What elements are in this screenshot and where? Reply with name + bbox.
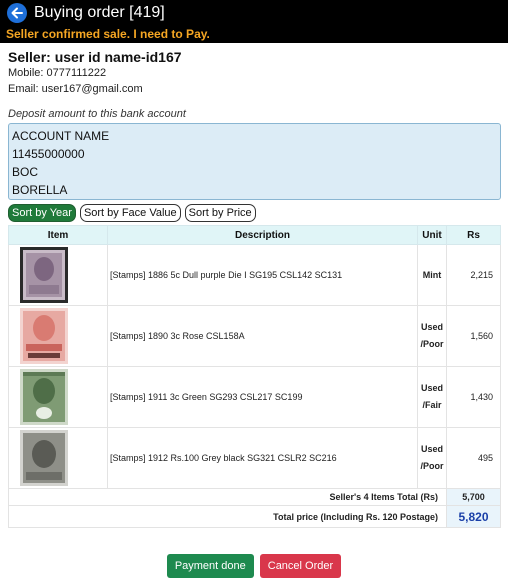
table-row: [Stamps] 1886 5c Dull purple Die I SG195… — [8, 244, 501, 306]
table-header-row: Item Description Unit Rs — [8, 225, 501, 245]
item-unit: Used /Poor — [417, 305, 447, 367]
deposit-label: Deposit amount to this bank account — [8, 108, 186, 120]
subtotal-value: 5,700 — [446, 488, 501, 506]
grand-total-value: 5,820 — [446, 505, 501, 528]
subtotal-row: Seller's 4 Items Total (Rs) 5,700 — [8, 488, 501, 506]
item-description: [Stamps] 1911 3c Green SG293 CSL217 SC19… — [107, 366, 418, 428]
bank-account-number: 11455000000 — [12, 147, 85, 161]
item-image-cell[interactable] — [8, 305, 108, 367]
item-unit: Mint — [417, 244, 447, 306]
unit-column-header: Unit — [417, 225, 447, 245]
item-unit: Used /Poor — [417, 427, 447, 489]
seller-mobile: Mobile: 0777111222 — [8, 67, 107, 79]
item-image-cell[interactable] — [8, 427, 108, 489]
seller-name: Seller: user id name-id167 — [8, 49, 182, 65]
status-bar: Seller confirmed sale. I need to Pay. — [0, 26, 508, 43]
bank-account-name: ACCOUNT NAME — [12, 129, 110, 143]
payment-done-button[interactable]: Payment done — [166, 554, 254, 578]
page-title: Buying order [419] — [34, 4, 165, 21]
item-price: 1,430 — [446, 366, 501, 428]
stamp-purple-icon[interactable] — [20, 247, 68, 303]
grand-total-row: Total price (Including Rs. 120 Postage) … — [8, 505, 501, 528]
order-status-text: Seller confirmed sale. I need to Pay. — [6, 27, 210, 41]
table-row: [Stamps] 1911 3c Green SG293 CSL217 SC19… — [8, 366, 501, 428]
stamp-green-icon[interactable] — [20, 369, 68, 425]
seller-email: Email: user167@gmail.com — [8, 83, 143, 95]
sort-by-price-button[interactable]: Sort by Price — [184, 204, 256, 222]
item-image-cell[interactable] — [8, 244, 108, 306]
item-description: [Stamps] 1912 Rs.100 Grey black SG321 CS… — [107, 427, 418, 489]
stamp-rose-icon[interactable] — [20, 308, 68, 364]
item-column-header: Item — [8, 225, 108, 245]
bank-branch: BORELLA — [12, 183, 68, 197]
items-table: Item Description Unit Rs [Stamps] 1886 5… — [8, 225, 501, 528]
stamp-grey-icon[interactable] — [20, 430, 68, 486]
cancel-order-button[interactable]: Cancel Order — [259, 554, 342, 578]
rs-column-header: Rs — [446, 225, 501, 245]
item-price: 1,560 — [446, 305, 501, 367]
table-row: [Stamps] 1912 Rs.100 Grey black SG321 CS… — [8, 427, 501, 489]
item-price: 2,215 — [446, 244, 501, 306]
item-price: 495 — [446, 427, 501, 489]
back-arrow-icon[interactable] — [7, 3, 27, 23]
item-image-cell[interactable] — [8, 366, 108, 428]
table-row: [Stamps] 1890 3c Rose CSL158A Used /Poor… — [8, 305, 501, 367]
item-description: [Stamps] 1886 5c Dull purple Die I SG195… — [107, 244, 418, 306]
header-bar: Buying order [419] — [0, 0, 508, 26]
bank-account-box[interactable]: ACCOUNT NAME 11455000000 BOC BORELLA — [8, 123, 501, 200]
grand-total-label: Total price (Including Rs. 120 Postage) — [8, 505, 447, 528]
description-column-header: Description — [107, 225, 418, 245]
sort-by-face-value-button[interactable]: Sort by Face Value — [79, 204, 181, 222]
bank-name: BOC — [12, 165, 39, 179]
item-unit: Used /Fair — [417, 366, 447, 428]
item-description: [Stamps] 1890 3c Rose CSL158A — [107, 305, 418, 367]
action-bar: Payment done Cancel Order — [0, 554, 508, 578]
sort-by-year-button[interactable]: Sort by Year — [8, 204, 76, 222]
sort-bar: Sort by Year Sort by Face Value Sort by … — [8, 204, 256, 222]
subtotal-label: Seller's 4 Items Total (Rs) — [8, 488, 447, 506]
